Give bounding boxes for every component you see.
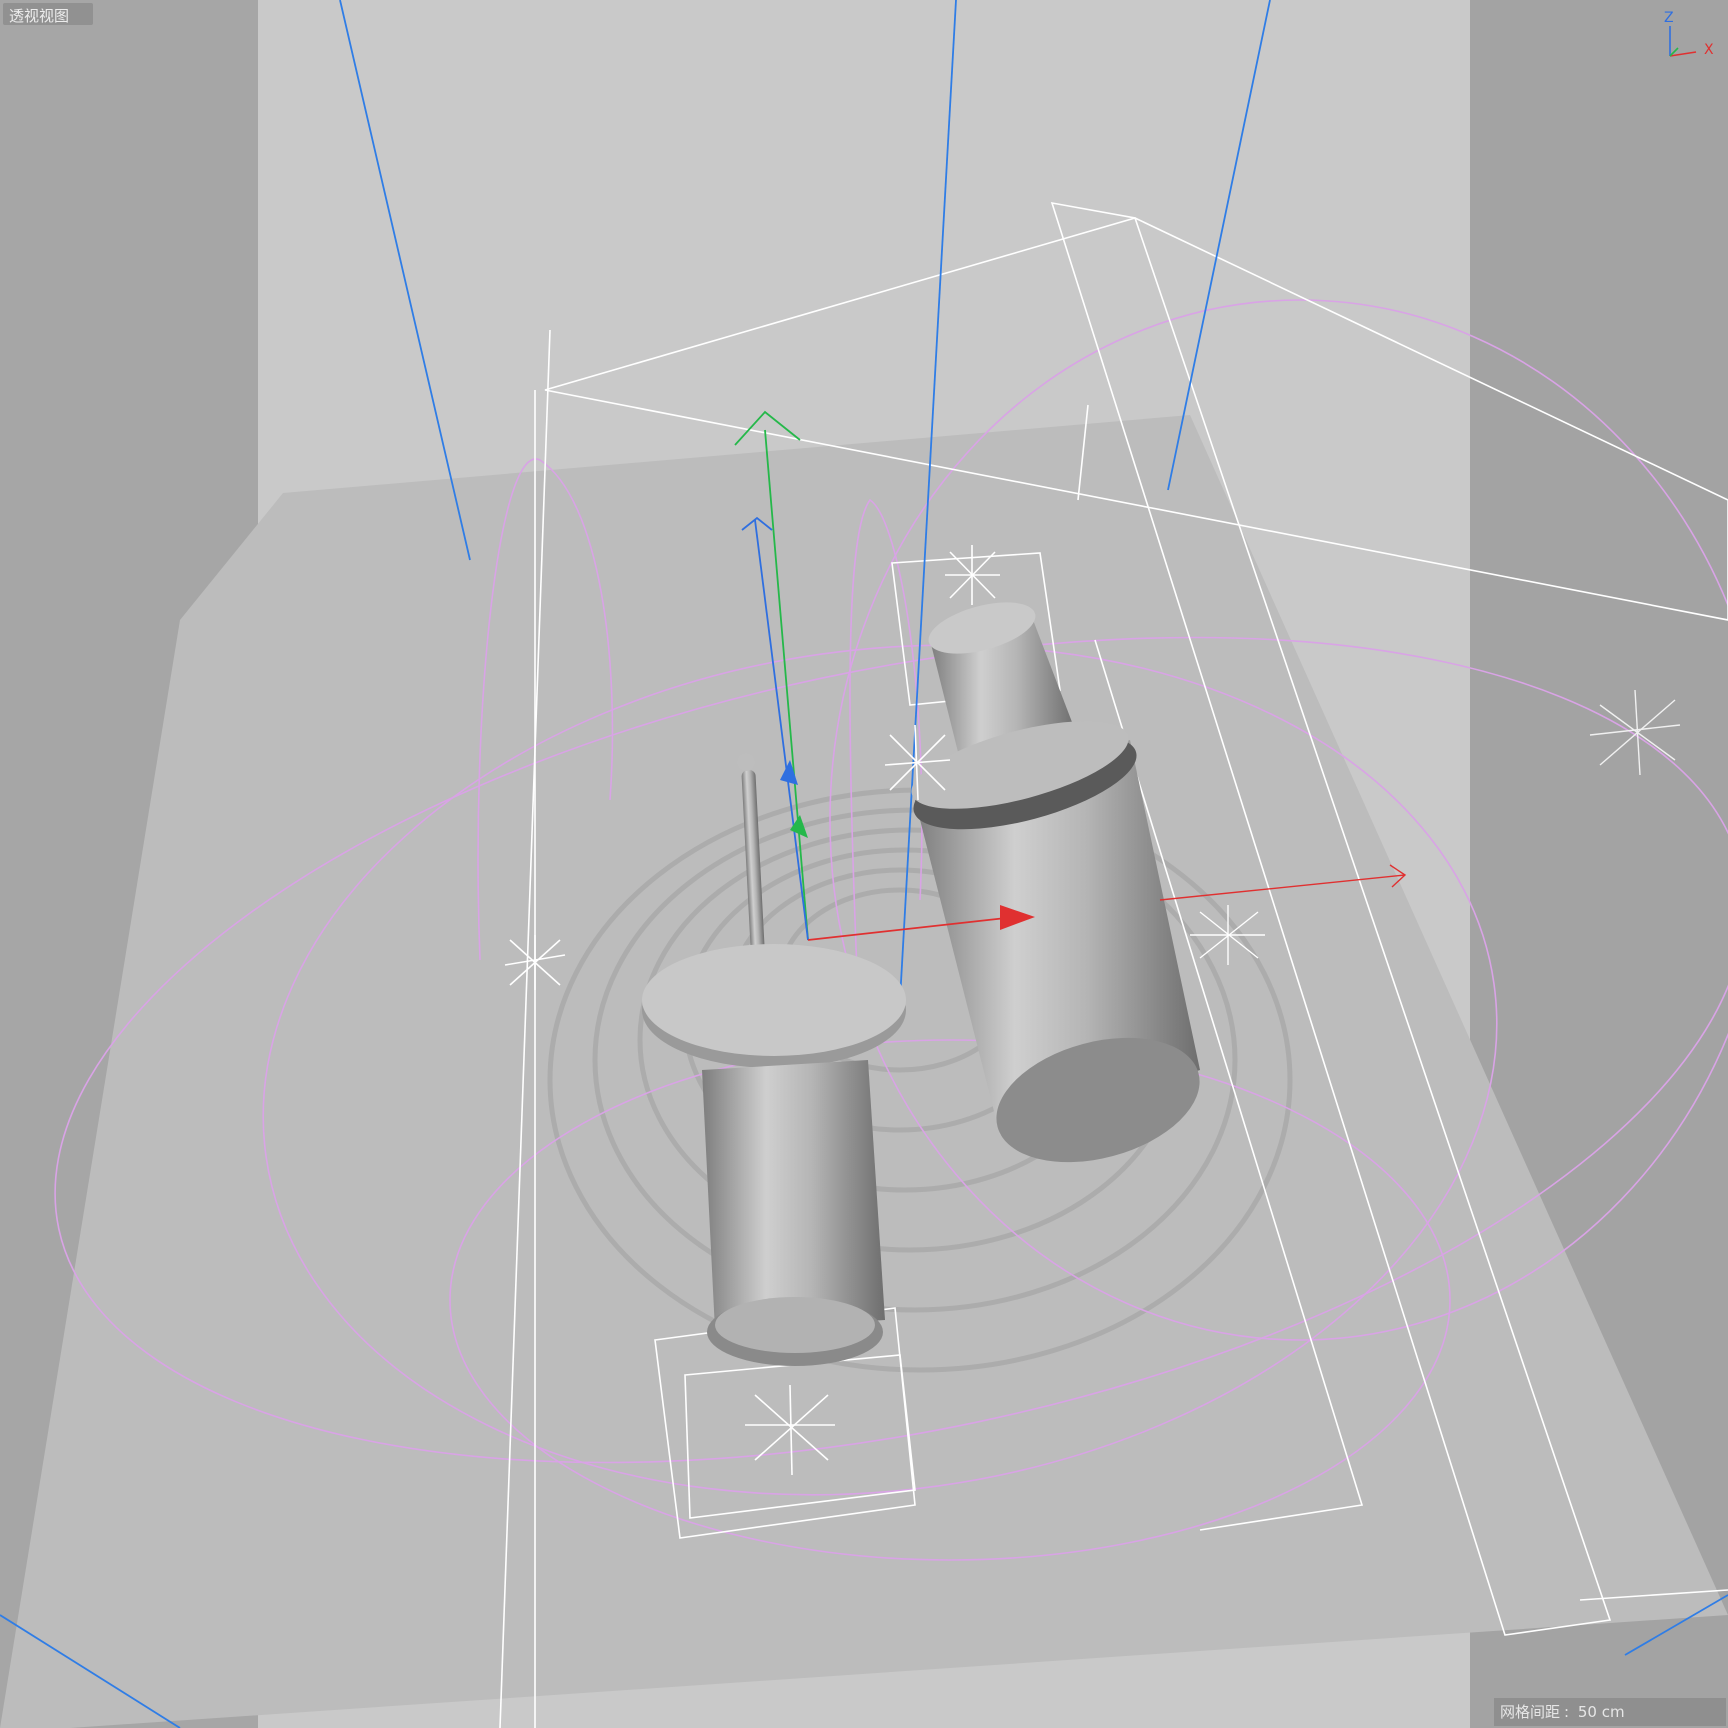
axis-x-label: X [1704,42,1714,58]
axis-z-label: Z [1664,10,1674,26]
grid-spacing-label: 网格间距 [1500,1703,1561,1721]
grid-spacing-readout: 网格间距: 50 cm [1494,1698,1726,1726]
view-name-label[interactable]: 透视视图 [3,3,93,25]
axis-gizmo-icon: Z X [1660,8,1720,62]
grid-spacing-value: 50 cm [1577,1703,1625,1721]
scene-canvas[interactable] [0,0,1728,1728]
perspective-viewport[interactable]: 透视视图 Z X 网格间距: 50 cm [0,0,1728,1728]
